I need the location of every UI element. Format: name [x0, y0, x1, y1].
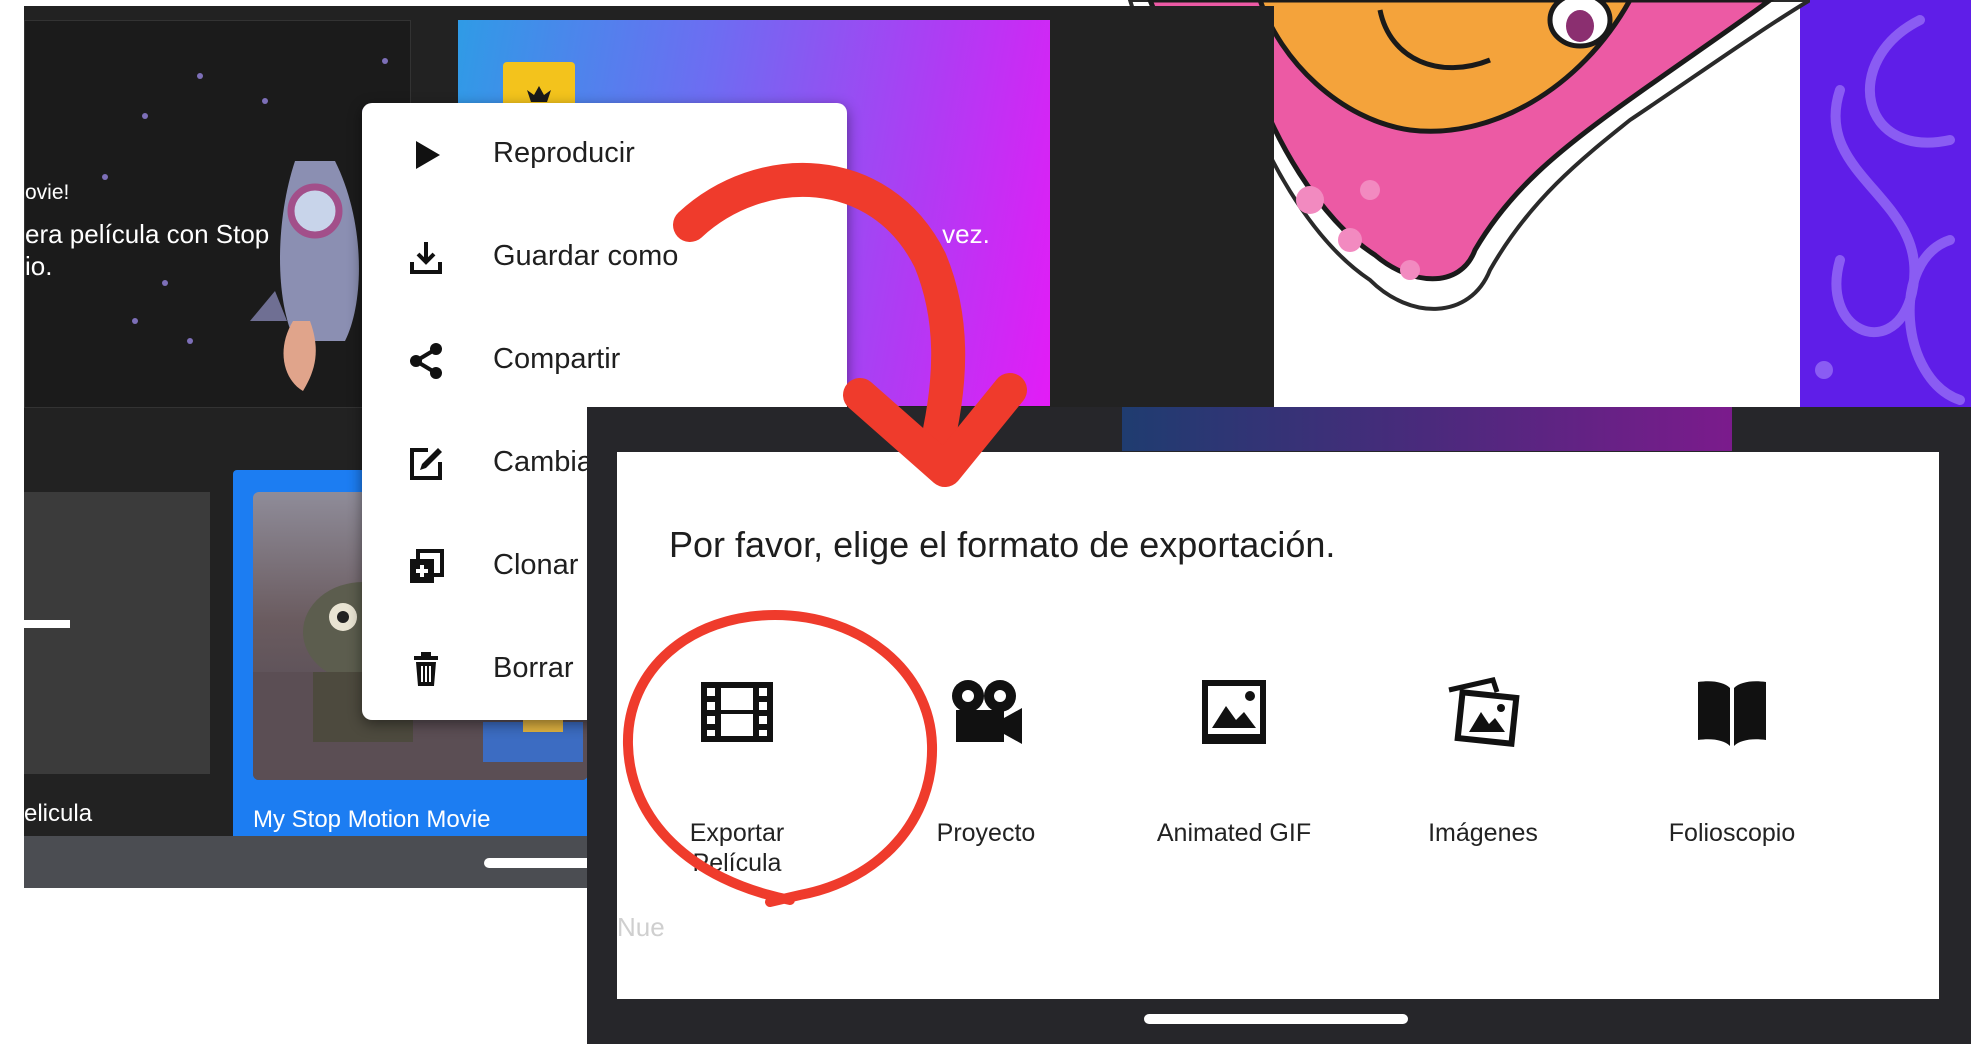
trash-icon: [414, 652, 438, 686]
movie-camera-icon: [952, 680, 1022, 744]
play-icon: [416, 141, 440, 169]
new-movie-caption: elicula: [24, 800, 93, 827]
menu-item-label: Borrar: [493, 652, 574, 684]
export-option-label: Folioscopio: [1668, 819, 1796, 847]
export-option-label: Imágenes: [1428, 819, 1538, 847]
add-icon: [24, 620, 70, 628]
export-option-label: Animated GIF: [1156, 819, 1312, 847]
obscured-text: Nue: [617, 912, 665, 942]
card-text-line1: era película con Stop: [25, 219, 270, 249]
background-card-strip: [1122, 407, 1732, 451]
export-option-flipbook[interactable]: Folioscopio: [1612, 672, 1852, 892]
images-icon: [1448, 677, 1520, 747]
edit-icon: [410, 448, 442, 480]
premium-card-text: na vez.: [906, 219, 990, 249]
card-title: ovie!: [25, 181, 70, 204]
menu-item-label: Compartir: [493, 343, 621, 375]
label-line1: Exportar: [689, 819, 785, 847]
menu-item-label: Reproducir: [493, 137, 635, 169]
stars-illustration: [102, 58, 388, 391]
menu-item-save-as[interactable]: Guardar como: [362, 206, 847, 309]
book-icon: [1698, 681, 1766, 746]
export-dialog-screen: Por favor, elige el formato de exportaci…: [587, 407, 1971, 1044]
home-gesture-bar[interactable]: [1144, 1014, 1408, 1024]
menu-item-share[interactable]: Compartir: [362, 309, 847, 412]
export-option-images[interactable]: Imágenes: [1363, 672, 1603, 892]
export-option-gif[interactable]: Animated GIF: [1114, 672, 1354, 892]
menu-item-label: Clonar: [493, 549, 579, 581]
dialog-title: Por favor, elige el formato de exportaci…: [669, 524, 1336, 565]
clone-icon: [410, 549, 444, 583]
export-format-sheet: Por favor, elige el formato de exportaci…: [617, 452, 1939, 999]
card-text-line2: io.: [25, 251, 53, 281]
export-option-label: Exportar Película: [617, 818, 857, 878]
export-option-label: Proyecto: [936, 819, 1036, 847]
label-line2: Película: [692, 849, 782, 877]
new-movie-card[interactable]: [24, 492, 210, 774]
menu-item-label: Guardar como: [493, 240, 679, 272]
export-option-movie[interactable]: Exportar Película: [617, 672, 857, 892]
menu-item-label: Cambia: [493, 446, 593, 478]
image-icon: [1202, 680, 1266, 744]
selected-movie-caption: My Stop Motion Movie: [253, 806, 491, 833]
download-icon: [410, 242, 442, 274]
export-option-project[interactable]: Proyecto: [866, 672, 1106, 892]
menu-item-play[interactable]: Reproducir: [362, 103, 847, 206]
share-icon: [410, 343, 442, 379]
film-strip-icon: [701, 682, 773, 742]
tutorial-movie-card[interactable]: ovie! era película con Stop io.: [24, 20, 411, 408]
